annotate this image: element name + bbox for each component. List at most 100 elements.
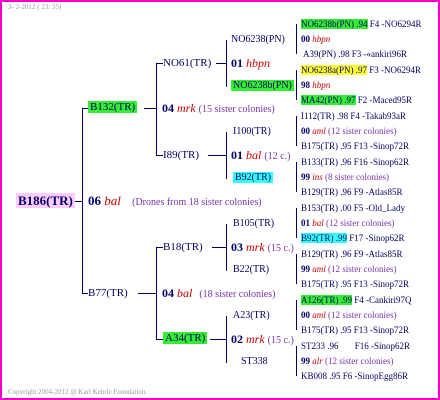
root-queen[interactable]: B186(TR) <box>16 193 75 208</box>
g3-id-8[interactable]: ST338 <box>241 356 268 367</box>
g3-id-5[interactable]: B105(TR) <box>233 218 274 229</box>
g3-stub-3 <box>212 247 227 248</box>
g4-right-4: F2 -Maced95R <box>357 95 413 105</box>
g3-info-5: 01 bal (12 sister colonies) <box>301 219 395 228</box>
dam-sire-breeder: bal <box>246 148 262 162</box>
g4-row-4[interactable]: MA42(PN) .97 F2 -Maced95R <box>301 95 413 105</box>
g4-row-10[interactable]: B92(TR) .99 F17 -Sinop62R <box>301 233 405 243</box>
g4-right-11: F9 -Atlas85R <box>353 249 403 259</box>
g4-left-11[interactable]: B129(TR) .96 <box>301 249 352 259</box>
g3-id-7[interactable]: A23(TR) <box>233 310 270 321</box>
g4-row-13[interactable]: A126(TR) .99 F4 -Cankiri97Q <box>301 295 412 305</box>
sire-info: 04 bal (18 sister colonies) <box>162 287 275 300</box>
g4-left-9[interactable]: B153(TR) .00 <box>301 203 352 213</box>
g3-queen-7[interactable]: A23(TR) <box>233 311 270 321</box>
g4-row-1[interactable]: NO6238b(PN) .94 F4 -NO6294R <box>301 19 422 29</box>
g4-left-15[interactable]: ST233 .96 <box>301 341 339 351</box>
g3-info-8: 99 alr (12 sister colonies) <box>301 357 394 366</box>
g4-connector-5 <box>296 208 297 238</box>
g4-left-14[interactable]: B175(TR) .95 <box>301 325 352 335</box>
g4-left-6[interactable]: B175(TR) .95 <box>301 141 352 151</box>
g4-row-3[interactable]: NO6238a(PN) .97 F3 -NO6294R <box>301 65 422 75</box>
g4-row-16[interactable]: KB008 .95 F6 -SinopEgg86R <box>301 372 408 381</box>
sire-dam-queen[interactable]: B18(TR) <box>163 242 203 253</box>
g4-row-6[interactable]: B175(TR) .95 F13 -Sinop72R <box>301 142 409 151</box>
root-stub <box>74 201 83 202</box>
dam-dam-queen[interactable]: NO61(TR) <box>163 58 211 69</box>
g4-left-5[interactable]: I112(TR) .98 <box>301 111 348 121</box>
g3-info-1: 00 hbpn <box>301 35 330 44</box>
g4-left-10[interactable]: B92(TR) .99 <box>301 233 347 243</box>
g4-row-2[interactable]: A39(PN) .98 F3 -«ankiri96R <box>303 50 407 59</box>
g4-left-4[interactable]: MA42(PN) .97 <box>301 95 356 105</box>
g3-queen-2[interactable]: NO6238b(PN) <box>231 80 294 91</box>
dam-sire-queen[interactable]: I89(TR) <box>163 150 199 161</box>
g3-queen-4[interactable]: B92(TR) <box>233 172 274 183</box>
dam-id[interactable]: B132(TR) <box>88 101 138 113</box>
g4-left-12[interactable]: B175(TR) .95 <box>301 279 352 289</box>
g4-left-7[interactable]: B133(TR) .96 <box>301 157 352 167</box>
g3-breeder-6: aml <box>312 264 326 274</box>
sire-sire-queen[interactable]: A34(TR) <box>163 332 208 344</box>
dam-sire-note: (12 c.) <box>264 151 291 162</box>
dam-sire-id[interactable]: I89(TR) <box>163 149 199 161</box>
sire-sire-id[interactable]: A34(TR) <box>163 332 208 344</box>
dam-sire-info: 01 bal (12 c.) <box>231 149 290 162</box>
g3-year-8: 99 <box>301 356 310 366</box>
sire-dam-id[interactable]: B18(TR) <box>163 241 203 253</box>
dam-connector <box>156 63 157 155</box>
g3-queen-1[interactable]: NO6238(PN) <box>231 35 285 45</box>
g4-row-15[interactable]: ST233 .96 F16 -Sinop62R <box>301 342 410 351</box>
g4-right-16: F6 -SinopEgg86R <box>342 371 409 381</box>
dam-dam-year: 01 <box>231 56 243 70</box>
g3-queen-6[interactable]: B22(TR) <box>233 265 269 275</box>
g4-row-7[interactable]: B133(TR) .96 F16 -Sinop62R <box>301 158 409 167</box>
sire-queen[interactable]: B77(TR) <box>88 288 128 299</box>
g3-breeder-5: bal <box>312 218 324 228</box>
g4-right-3: F3 -NO6294R <box>369 65 422 75</box>
g3-note-5: (12 sister colonies) <box>326 218 395 228</box>
g3-id-3[interactable]: I100(TR) <box>233 126 271 137</box>
g3-queen-8[interactable]: ST338 <box>241 357 268 367</box>
sire-id[interactable]: B77(TR) <box>88 287 128 299</box>
g3-note-3: (12 sister colonies) <box>328 126 397 136</box>
g3-info-6: 99 aml (12 sister colonies) <box>301 265 396 274</box>
sire-dam-note: (15 c.) <box>267 243 294 254</box>
g4-row-14[interactable]: B175(TR) .95 F13 -Sinop72R <box>301 326 409 335</box>
sire-stub <box>138 293 157 294</box>
g4-left-8[interactable]: B129(TR) .96 <box>301 187 352 197</box>
root-id[interactable]: B186(TR) <box>16 193 75 208</box>
dam-dam-id[interactable]: NO61(TR) <box>163 57 211 69</box>
g4-left-16[interactable]: KB008 .95 <box>301 371 341 381</box>
g4-left-1[interactable]: NO6238b(PN) .94 <box>301 19 368 29</box>
dam-info: 04 mrk (15 sister colonies) <box>162 102 275 115</box>
g4-row-9[interactable]: B153(TR) .00 F5 -Old_Lady <box>301 204 405 213</box>
g3-id-2[interactable]: NO6238b(PN) <box>231 80 294 91</box>
g3-breeder-1: hbpn <box>312 34 331 44</box>
dam-dam-link <box>156 63 163 64</box>
g4-right-13: F4 -Cankiri97Q <box>354 295 412 305</box>
g3-id-4[interactable]: B92(TR) <box>233 172 274 183</box>
g3-note-6: (12 sister colonies) <box>328 264 397 274</box>
g4-right-2: F3 -«ankiri96R <box>351 49 407 59</box>
g3-id-1[interactable]: NO6238(PN) <box>231 34 285 45</box>
g3-year-5: 01 <box>301 218 310 228</box>
g4-left-2[interactable]: A39(PN) .98 <box>303 49 350 59</box>
g3-queen-3[interactable]: I100(TR) <box>233 127 271 137</box>
g4-left-3[interactable]: NO6238a(PN) .97 <box>301 65 367 75</box>
g4-row-11[interactable]: B129(TR) .96 F9 -Atlas85R <box>301 250 403 259</box>
g3-stub-1 <box>216 63 227 64</box>
g3-id-6[interactable]: B22(TR) <box>233 264 269 275</box>
g4-row-8[interactable]: B129(TR) .96 F9 -Atlas85R <box>301 188 403 197</box>
g4-right-9: F5 -Old_Lady <box>353 203 405 213</box>
g4-left-13[interactable]: A126(TR) .99 <box>301 295 352 305</box>
sire-note: (18 sister colonies) <box>199 289 276 300</box>
g4-row-12[interactable]: B175(TR) .95 F13 -Sinop72R <box>301 280 409 289</box>
g3-queen-5[interactable]: B105(TR) <box>233 219 274 229</box>
sire-sire-year: 02 <box>231 332 243 346</box>
g4-row-5[interactable]: I112(TR) .98 F4 -Takab93aR <box>301 112 406 121</box>
dam-queen[interactable]: B132(TR) <box>88 101 138 113</box>
g4-right-8: F9 -Atlas85R <box>353 187 403 197</box>
g4-connector-8 <box>296 346 297 376</box>
sire-sire-note: (15 c.) <box>267 335 294 346</box>
